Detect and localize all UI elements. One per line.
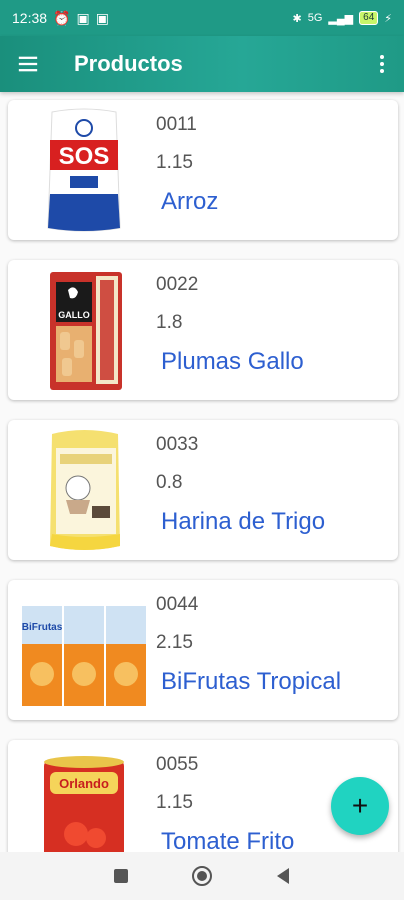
product-code: 0044 [156, 594, 199, 615]
hamburger-menu-icon[interactable] [0, 36, 56, 92]
system-nav-bar [0, 852, 404, 900]
product-code: 0011 [156, 114, 197, 135]
product-price: 1.15 [156, 152, 193, 173]
home-button[interactable] [182, 856, 222, 896]
product-name: Harina de Trigo [161, 508, 326, 535]
battery-level: 64 [363, 12, 375, 23]
product-price: 2.15 [156, 632, 193, 653]
tomato-brand-text: Orlando [59, 776, 109, 791]
add-product-button[interactable]: + [331, 777, 389, 835]
product-code: 0055 [156, 754, 199, 775]
tomato-can-image: Orlando [44, 756, 124, 852]
product-price: 0.8 [156, 472, 183, 493]
status-time: 12:38 [12, 10, 48, 26]
charging-icon: ⚡ [384, 12, 392, 25]
notification-icon: ▣ [76, 9, 90, 26]
signal-icon: ▂▄▆ [328, 12, 354, 25]
product-name: Tomate Frito [161, 828, 295, 852]
status-bar: 12:38 ⏰ ▣ ▣ ✱ 5G ▂▄▆ 64 ⚡ [0, 0, 404, 36]
notification-icon-2: ▣ [95, 9, 109, 26]
rice-package-image: SOS [47, 108, 121, 232]
juice-brand-text: BiFrutas [22, 622, 63, 633]
product-price: 1.15 [156, 792, 193, 813]
plus-icon: + [351, 790, 369, 821]
app-bar: Productos [0, 36, 404, 92]
product-card[interactable]: GALLO 0022 1.8 Plumas Gallo [8, 260, 398, 400]
product-card[interactable]: BiFrutas 0044 2.15 BiFrutas Tropical [8, 580, 398, 720]
pasta-brand-text: GALLO [58, 310, 90, 320]
page-title: Productos [74, 51, 183, 76]
product-list[interactable]: SOS 0011 1.15 Arroz GALLO 0022 1.8 Pluma… [0, 92, 404, 852]
recent-apps-button[interactable] [101, 856, 141, 896]
product-card[interactable]: SOS 0011 1.15 Arroz [8, 100, 398, 240]
product-name: Arroz [161, 188, 219, 215]
product-card[interactable]: 0033 0.8 Harina de Trigo [8, 420, 398, 560]
battery-icon: 64 [359, 11, 379, 25]
pasta-package-image: GALLO [50, 272, 122, 390]
bluetooth-icon: ✱ [292, 12, 302, 25]
product-name: Plumas Gallo [161, 348, 304, 375]
rice-brand-text: SOS [59, 143, 110, 170]
product-name: BiFrutas Tropical [161, 668, 342, 695]
product-code: 0022 [156, 274, 199, 295]
flour-package-image [50, 430, 120, 550]
back-button[interactable] [263, 856, 303, 896]
product-code: 0033 [156, 434, 199, 455]
alarm-icon: ⏰ [53, 9, 71, 26]
network-label: 5G [307, 12, 323, 24]
more-options-icon[interactable] [360, 36, 404, 92]
product-price: 1.8 [156, 312, 183, 333]
juice-cartons-image: BiFrutas [22, 606, 146, 706]
